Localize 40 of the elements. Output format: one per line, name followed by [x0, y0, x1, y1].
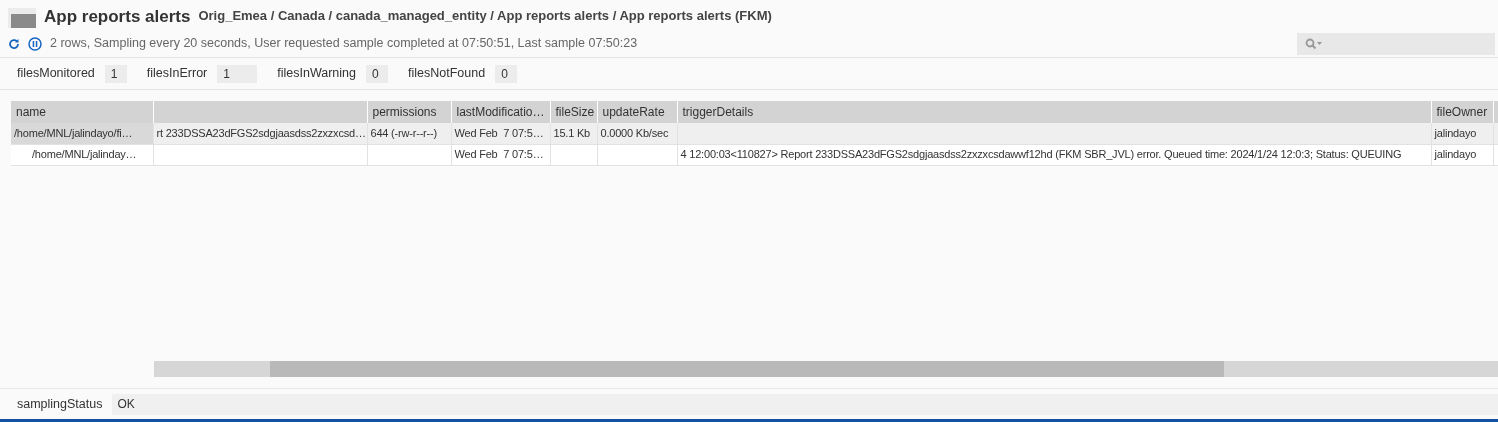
window-icon	[8, 8, 36, 28]
metric-value: 0	[366, 64, 388, 83]
column-header[interactable]: lastModificatio…	[456, 105, 545, 119]
column-header[interactable]: fileOwner	[1436, 105, 1488, 119]
horizontal-scrollbar[interactable]	[154, 361, 1498, 377]
table-cell-text: rt 233DSSA23dFGS2sdgjaasdss2zxzxcsd…	[156, 126, 366, 141]
status-text: 2 rows, Sampling every 20 seconds, User requested sample completed at 07:50:51, Last sample 07:50:23	[50, 35, 638, 53]
search-field[interactable]	[1297, 32, 1495, 55]
refresh-icon[interactable]	[8, 37, 20, 50]
table-row[interactable]: /home/MNL/jalindayo/fi… rt 233DSSA23dFGS2sdgjaasdss2zxzxcsd… 644 (-rw-r--r--) Wed Feb 7 07:5… 15.1 Kb 0.0000 Kb/sec jalindayo	[11, 123, 1498, 144]
metric-value: 0	[495, 64, 518, 83]
metric-label: filesNotFound	[408, 65, 486, 83]
field-value: OK	[112, 394, 1498, 415]
table-cell-text: /home/MNL/jalindayo/fi…	[14, 126, 133, 141]
metric-value: 1	[104, 64, 127, 83]
search-icon	[1305, 37, 1323, 50]
metric-label: filesMonitored	[17, 65, 95, 83]
table-cell-text: Wed Feb 7 07:5…	[454, 126, 544, 141]
table-cell-text: Wed Feb 7 07:5…	[454, 147, 544, 163]
column-header[interactable]: fileSize	[555, 105, 595, 119]
table-cell-text: 4 12:00:03<110827> Report 233DSSA23dFGS2sdgjaasdss2zxzxcsdawwf12hd (FKM SBR_JVL) error. Queued time: 2024/1/24 12:0:3; Status: QUEUING	[680, 147, 1402, 163]
scrollbar-thumb[interactable]	[270, 361, 1224, 377]
breadcrumb: Orig_Emea / Canada / canada_managed_entity / App reports alerts / App reports alerts (FKM)	[198, 6, 772, 25]
field-label: samplingStatus	[17, 396, 103, 414]
column-header[interactable]: permissions	[372, 105, 437, 119]
table-cell-text: 15.1 Kb	[553, 126, 591, 141]
table-cell-text: jalindayo	[1434, 147, 1477, 163]
column-header[interactable]: updateRate	[602, 105, 665, 119]
table-cell-text: jalindayo	[1434, 126, 1477, 141]
metric-value: 1	[217, 64, 258, 83]
table-cell-text: 0.0000 Kb/sec	[600, 126, 669, 141]
column-header[interactable]: name	[16, 105, 47, 119]
metric-label: filesInError	[146, 65, 208, 83]
metric-label: filesInWarning	[277, 65, 356, 83]
page-title: App reports alerts	[44, 6, 191, 28]
table-cell-text: /home/MNL/jalinday…	[31, 147, 137, 163]
column-header[interactable]: triggerDetails	[682, 105, 754, 119]
table-row[interactable]: /home/MNL/jalinday… Wed Feb 7 07:5… 4 12:00:03<110827> Report 233DSSA23dFGS2sdgjaasdss2zxzxcsdawwf12hd (FKM SBR_JVL) error. Queued time: 2024/1/24 12:0:3; Status: QUEUING jalindayo	[11, 144, 1498, 165]
pause-icon[interactable]	[28, 36, 42, 51]
table-cell-text: 644 (-rw-r--r--)	[370, 126, 437, 141]
